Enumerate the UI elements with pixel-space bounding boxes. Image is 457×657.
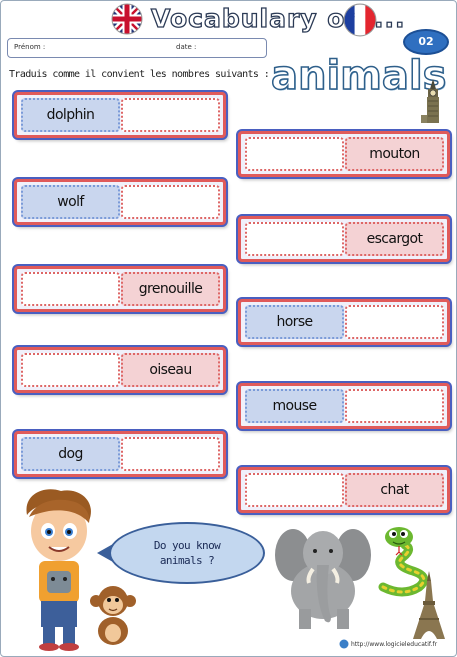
right-card-2: escargot: [238, 216, 450, 262]
answer-field[interactable]: [121, 185, 220, 219]
instruction-text: Traduis comme il convient les nombres su…: [9, 69, 270, 80]
left-card-5: dog: [14, 431, 226, 477]
right-card-3: horse: [238, 299, 450, 345]
speech-bubble-text: Do you know animals ?: [131, 538, 243, 568]
left-card-4: oiseau: [14, 347, 226, 393]
right-card-5: chat: [238, 467, 450, 513]
name-date-box: Prénom : date :: [7, 38, 267, 58]
date-label: date :: [176, 43, 197, 51]
big-ben-icon: [421, 79, 439, 123]
english-word: dog: [21, 437, 120, 471]
left-card-2: wolf: [14, 179, 226, 225]
eiffel-tower-icon: [413, 571, 445, 639]
english-word: dolphin: [21, 98, 120, 132]
french-word: escargot: [345, 222, 444, 256]
bubble-line-1: Do you know: [153, 539, 221, 552]
logo-icon: [339, 639, 349, 649]
elephant-illustration: [275, 529, 371, 629]
left-card-1: dolphin: [14, 92, 226, 138]
left-card-3: grenouille: [14, 266, 226, 312]
answer-field[interactable]: [245, 137, 344, 171]
answer-field[interactable]: [21, 272, 120, 306]
answer-field[interactable]: [245, 222, 344, 256]
uk-flag-icon: [111, 3, 143, 35]
answer-field[interactable]: [21, 353, 120, 387]
answer-field[interactable]: [345, 305, 444, 339]
french-word: mouton: [345, 137, 444, 171]
right-card-1: mouton: [238, 131, 450, 177]
worksheet-page: Vocabulary on ... Prénom : date : 02 Tra…: [0, 0, 457, 657]
monkey-illustration: [90, 586, 136, 645]
french-word: chat: [345, 473, 444, 507]
french-word: oiseau: [121, 353, 220, 387]
english-word: horse: [245, 305, 344, 339]
answer-field[interactable]: [121, 98, 220, 132]
french-word: grenouille: [121, 272, 220, 306]
footer-url[interactable]: http://www.logicieleducatif.fr: [351, 641, 437, 648]
answer-field[interactable]: [345, 389, 444, 423]
prenom-label: Prénom :: [14, 43, 46, 51]
bubble-line-2: animals ?: [159, 554, 215, 567]
english-word: mouse: [245, 389, 344, 423]
sheet-number-badge: 02: [403, 29, 449, 55]
answer-field[interactable]: [245, 473, 344, 507]
answer-field[interactable]: [121, 437, 220, 471]
english-word: wolf: [21, 185, 120, 219]
france-flag-icon: [343, 3, 377, 37]
right-card-4: mouse: [238, 383, 450, 429]
